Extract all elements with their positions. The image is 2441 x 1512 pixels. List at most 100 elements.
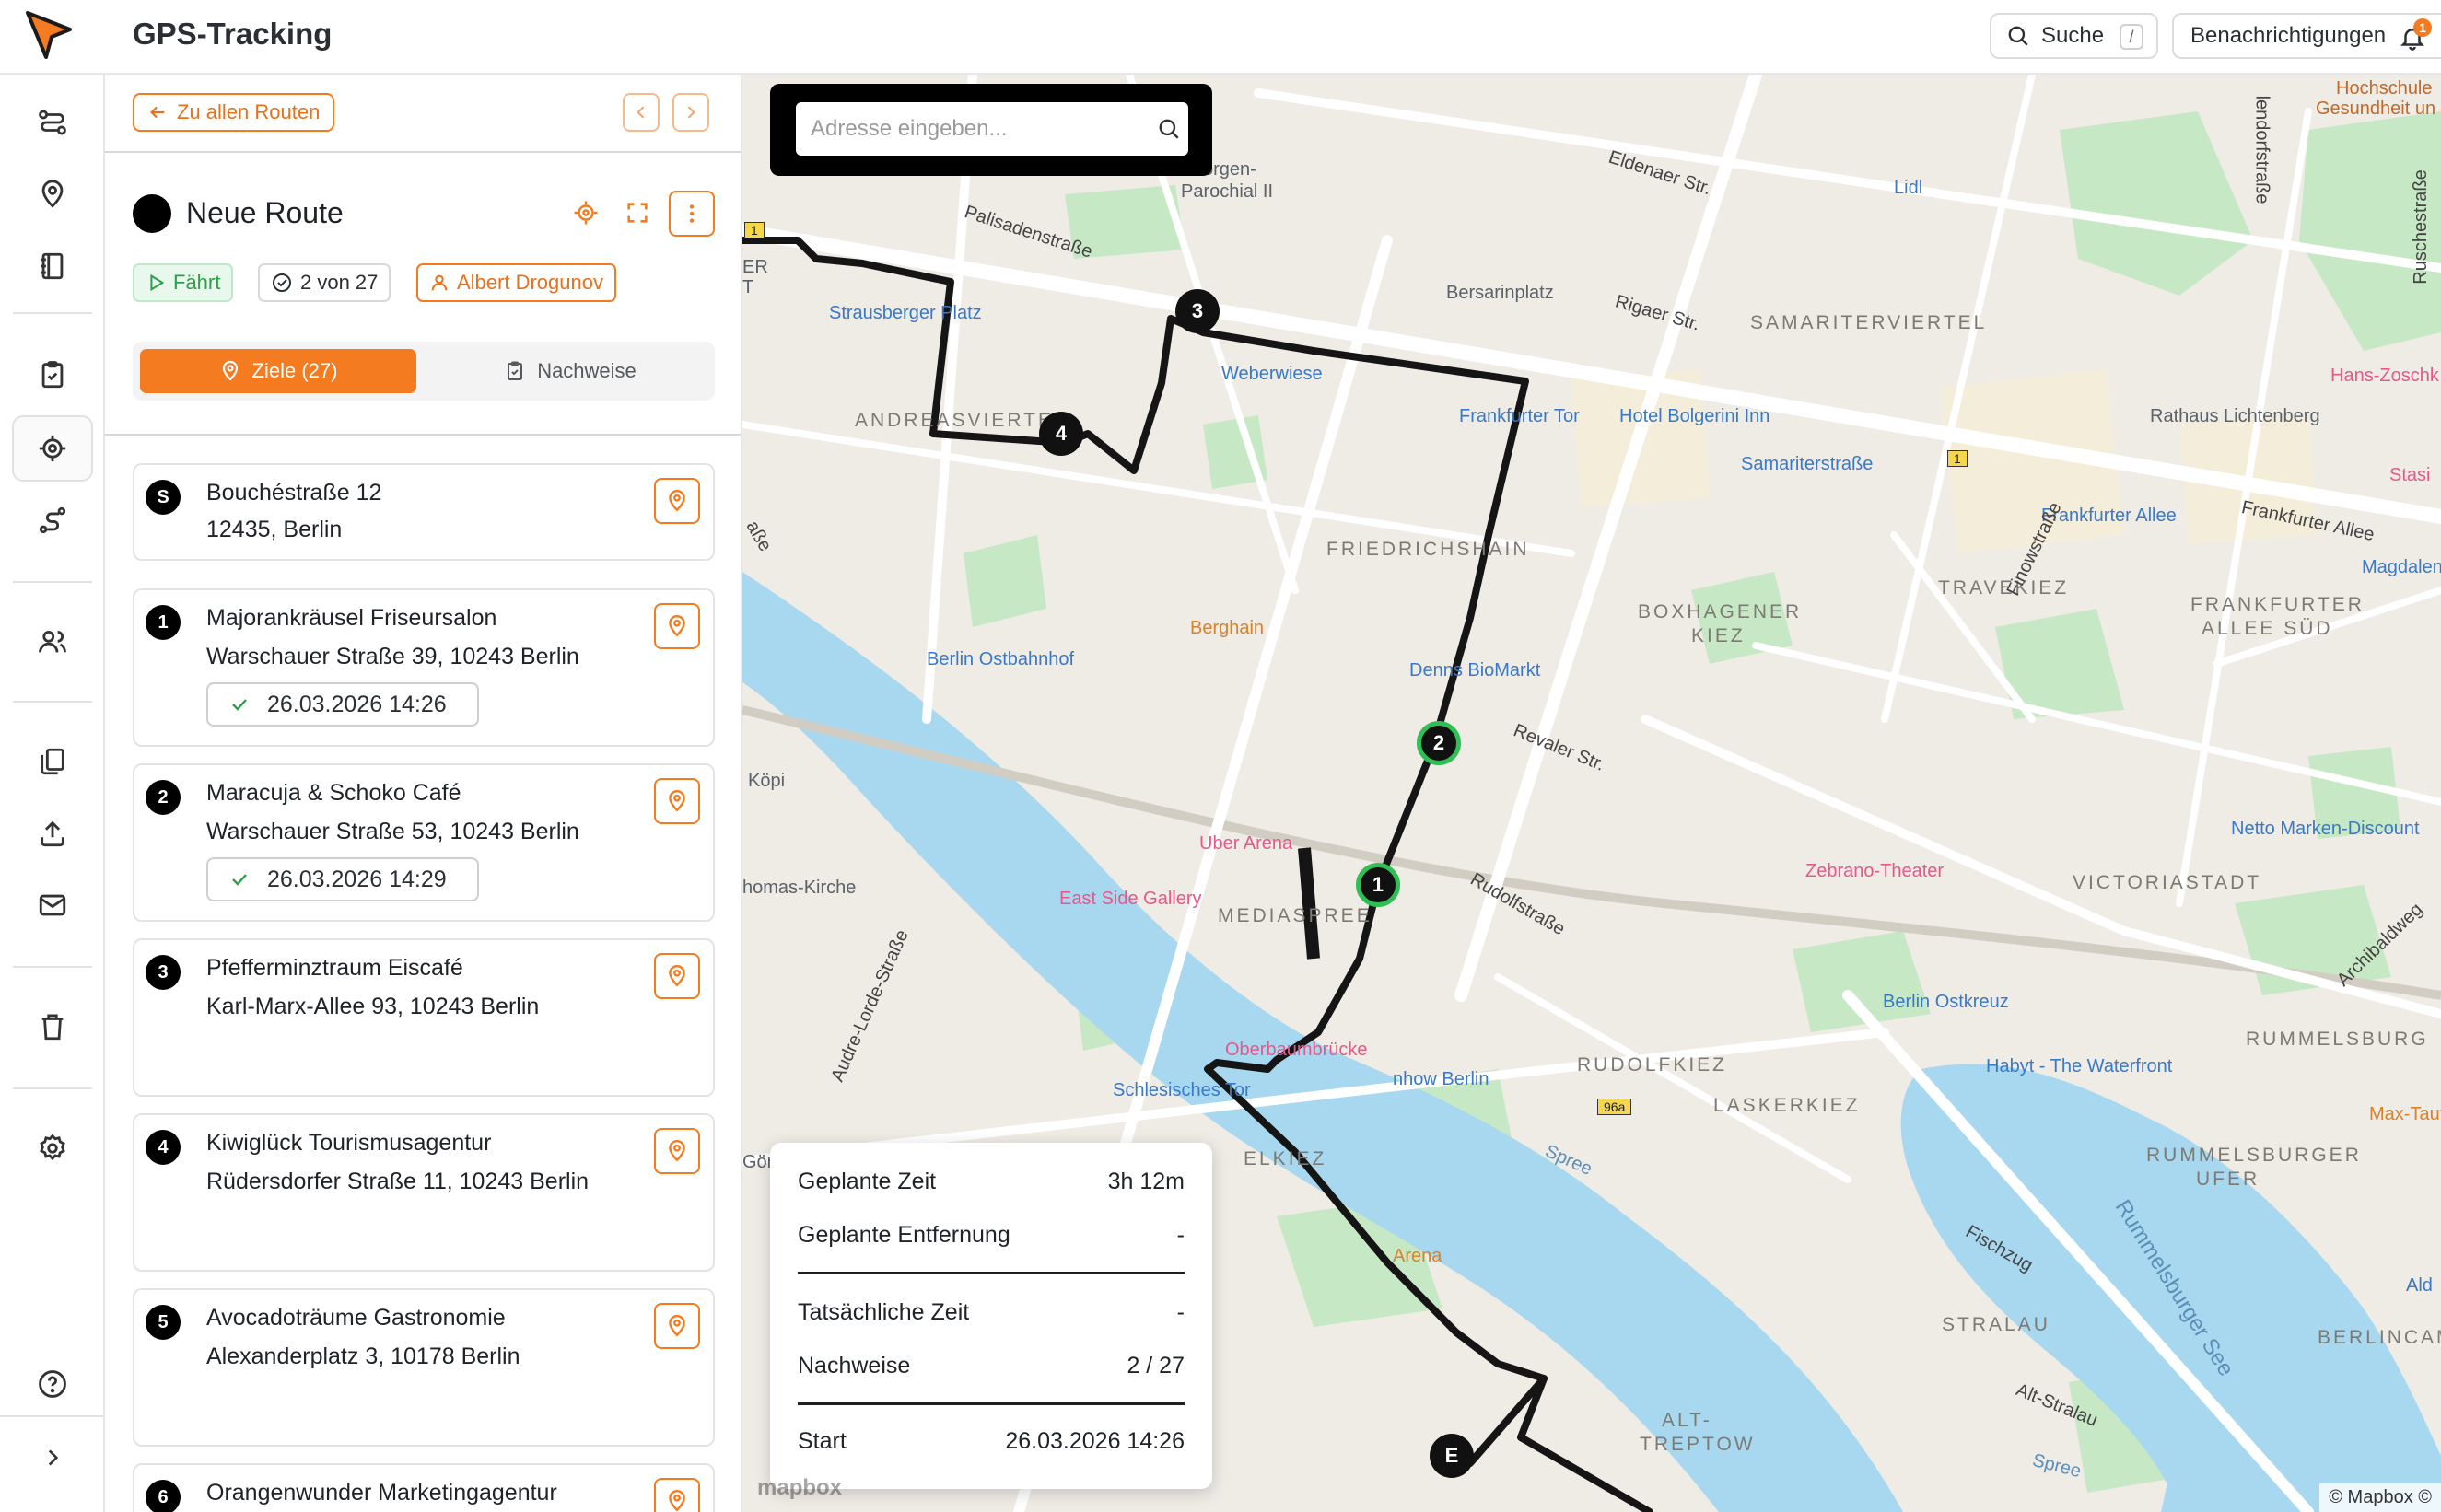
back-to-routes-button[interactable]: Zu allen Routen: [133, 93, 335, 132]
map-label-poi: Ald: [2406, 1275, 2433, 1296]
map-label-station: Berlin Ostbahnhof: [927, 649, 1075, 669]
chevron-right-icon: [687, 106, 695, 119]
map-label-poi: Habyt - The Waterfront: [1986, 1056, 2173, 1076]
mapbox-logo[interactable]: mapbox: [757, 1475, 842, 1501]
rail-divider: [0, 1415, 105, 1417]
route-waypoint-marker[interactable]: 3: [1175, 289, 1220, 333]
stat-label: Geplante Zeit: [798, 1169, 937, 1194]
check-icon: [232, 874, 247, 886]
driver-label: Albert Drogunov: [457, 271, 603, 294]
stat-planned-time: Geplante Zeit 3h 12m: [798, 1169, 1185, 1195]
settings-icon[interactable]: [30, 1126, 75, 1170]
back-to-routes-label: Zu allen Routen: [177, 100, 321, 123]
route-path-icon[interactable]: [30, 498, 75, 542]
route-menu-button[interactable]: [669, 191, 715, 237]
stop-card[interactable]: S Bouchéstraße 12 12435, Berlin: [133, 463, 715, 561]
app-title: GPS-Tracking: [133, 17, 333, 51]
map-label-district: BOXHAGENER: [1638, 601, 1803, 622]
stop-card[interactable]: 6 Orangenwunder Marketingagentur: [133, 1463, 715, 1512]
left-nav-rail: [0, 75, 105, 1512]
notifications-button[interactable]: Benachrichtigungen 1: [2172, 13, 2441, 59]
location-pin-icon: [222, 360, 238, 381]
app-logo-icon[interactable]: [24, 9, 77, 63]
stop-locate-button[interactable]: [654, 953, 700, 999]
stop-locate-button[interactable]: [654, 778, 700, 824]
rail-divider: [13, 701, 92, 703]
stat-label: Nachweise: [798, 1353, 911, 1378]
tracking-target-icon[interactable]: [12, 415, 93, 482]
map-label-district: ELKIEZ: [1244, 1148, 1327, 1169]
stop-card[interactable]: 2 Maracuja & Schoko Café Warschauer Stra…: [133, 763, 715, 922]
map-label-poi: Uber Arena: [1199, 833, 1293, 854]
address-search-input[interactable]: [796, 102, 1188, 156]
check-icon: [232, 699, 247, 711]
address-search-box: [770, 84, 1212, 176]
route-waypoint-marker[interactable]: 4: [1039, 412, 1083, 456]
map-label-poi: Denns BioMarkt: [1409, 660, 1541, 680]
map-label-station: Schlesisches Tor: [1113, 1080, 1251, 1100]
documents-icon[interactable]: [30, 739, 75, 784]
stop-card[interactable]: 1 Majorankräusel Friseursalon Warschauer…: [133, 588, 715, 747]
stop-card[interactable]: 4 Kiwiglück Tourismusagentur Rüdersdorfe…: [133, 1113, 715, 1272]
fit-route-button[interactable]: [617, 192, 658, 233]
map-label-district: UFER: [2196, 1169, 2260, 1190]
mail-icon[interactable]: [30, 883, 75, 927]
stop-address: 12435, Berlin: [206, 517, 343, 542]
stop-locate-button[interactable]: [654, 1303, 700, 1349]
map-label-poi: Netto Marken-Discount: [2231, 819, 2420, 839]
map-label-district: ANDREASVIERTEL: [855, 410, 1068, 431]
help-icon[interactable]: [30, 1362, 75, 1406]
trash-icon[interactable]: [30, 1005, 75, 1049]
map-label-district: FRANKFURTER: [2190, 594, 2365, 615]
route-end-marker[interactable]: E: [1430, 1434, 1474, 1478]
stat-divider: [798, 1402, 1185, 1405]
tab-goals[interactable]: Ziele (27): [140, 349, 416, 393]
previous-route-button[interactable]: [623, 93, 660, 132]
stop-locate-button[interactable]: [654, 478, 700, 524]
progress-badge: 2 von 27: [258, 263, 391, 302]
search-button[interactable]: Suche /: [1990, 13, 2158, 59]
upload-icon[interactable]: [30, 811, 75, 855]
map-label-district: KIEZ: [1691, 625, 1746, 646]
stop-address: Warschauer Straße 39, 10243 Berlin: [206, 644, 579, 669]
rail-divider: [13, 966, 92, 968]
stop-locate-button[interactable]: [654, 603, 700, 649]
map-label-place: Bersarinplatz: [1446, 283, 1554, 303]
stat-actual-time: Tatsächliche Zeit -: [798, 1299, 1185, 1326]
map-attribution[interactable]: © Mapbox ©: [2319, 1483, 2441, 1512]
location-pin-icon[interactable]: [30, 172, 75, 216]
location-pin-icon: [669, 615, 685, 637]
locate-route-button[interactable]: [566, 192, 606, 233]
ledger-icon[interactable]: [30, 244, 75, 288]
notifications-badge: 1: [2413, 18, 2432, 37]
clipboard-icon: [508, 361, 523, 380]
users-icon[interactable]: [30, 620, 75, 664]
map-label-station: Frankfurter Tor: [1459, 406, 1580, 426]
map-label-poi: Max-Taut-: [2369, 1104, 2441, 1124]
clipboard-check-icon[interactable]: [30, 353, 75, 397]
stop-card[interactable]: 5 Avocadoträume Gastronomie Alexanderpla…: [133, 1288, 715, 1447]
next-route-button[interactable]: [672, 93, 709, 132]
map-label-place: Köpi: [748, 771, 786, 791]
route-waypoint-completed-marker[interactable]: 1: [1356, 863, 1400, 907]
route-waypoint-completed-marker[interactable]: 2: [1417, 721, 1461, 765]
route-stats-card: Geplante Zeit 3h 12m Geplante Entfernung…: [770, 1143, 1212, 1489]
map-label-place: homas-Kirche: [742, 878, 857, 898]
stat-label: Tatsächliche Zeit: [798, 1299, 970, 1325]
check-circle-icon: [273, 273, 291, 292]
map-label-place: Rathaus Lichtenberg: [2150, 406, 2320, 426]
stop-badge: 6: [146, 1480, 181, 1512]
map-view[interactable]: Eldenaer Str. Palisadenstraße orgen- Par…: [742, 75, 2441, 1512]
routes-icon[interactable]: [30, 100, 75, 145]
map-label-place: T: [742, 277, 754, 297]
tab-proofs[interactable]: Nachweise: [437, 349, 704, 393]
stop-address: Alexanderplatz 3, 10178 Berlin: [206, 1343, 520, 1369]
driver-button[interactable]: Albert Drogunov: [416, 263, 616, 302]
stop-card[interactable]: 3 Pfefferminztraum Eiscafé Karl-Marx-All…: [133, 938, 715, 1097]
stop-locate-button[interactable]: [654, 1478, 700, 1512]
stop-locate-button[interactable]: [654, 1128, 700, 1174]
map-label-station: Strausberger Platz: [829, 303, 982, 323]
stop-name: Avocadoträume Gastronomie: [206, 1305, 506, 1331]
search-icon[interactable]: [1157, 117, 1181, 141]
chevron-right-icon[interactable]: [30, 1436, 75, 1480]
